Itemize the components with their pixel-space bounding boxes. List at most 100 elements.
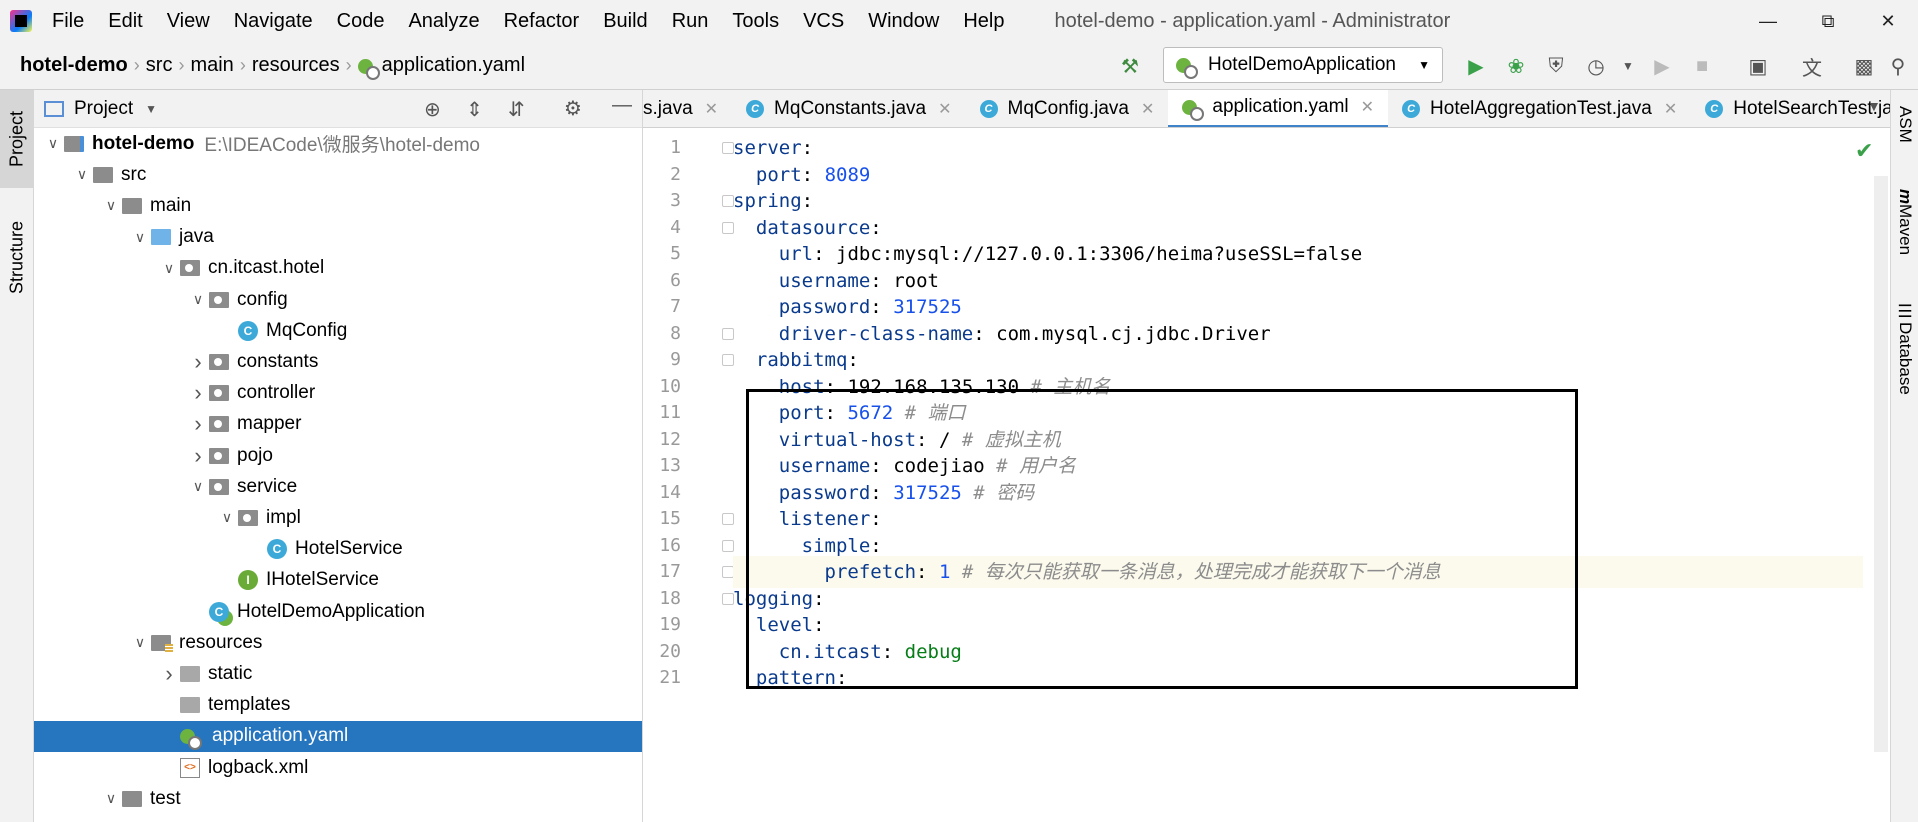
menu-file[interactable]: File — [40, 0, 96, 42]
folder-icon — [122, 197, 142, 214]
restore-icon[interactable]: ⧉ — [1798, 0, 1858, 42]
locate-icon[interactable]: ⊕ — [424, 97, 441, 122]
tree-item-mapper[interactable]: › mapper — [34, 409, 642, 440]
chevron-down-icon[interactable]: ∨ — [187, 291, 209, 308]
chevron-down-icon[interactable]: ∨ — [129, 229, 151, 246]
tree-item-test[interactable]: ∨ test — [34, 783, 642, 814]
chevron-right-icon[interactable]: › — [187, 349, 209, 375]
chevron-down-icon[interactable]: ∨ — [100, 790, 122, 807]
project-tool-tab[interactable]: Project — [0, 90, 34, 188]
tree-item-config[interactable]: ∨ config — [34, 284, 642, 315]
run-icon[interactable]: ▶ — [1462, 52, 1490, 80]
menu-tools[interactable]: Tools — [720, 0, 791, 42]
project-view-select[interactable]: Project ▼ — [44, 98, 157, 120]
chevron-down-icon[interactable]: ∨ — [216, 509, 238, 526]
close-tab-icon[interactable]: ✕ — [1141, 99, 1154, 119]
minimize-icon[interactable]: — — [1738, 0, 1798, 42]
translate-icon[interactable]: 文 — [1798, 52, 1826, 80]
tree-item-mqconfig[interactable]: C MqConfig — [34, 315, 642, 346]
chevron-right-icon[interactable]: › — [187, 411, 209, 437]
chevron-down-icon[interactable]: ∨ — [158, 260, 180, 277]
tree-item-main[interactable]: ∨ main — [34, 190, 642, 221]
yaml-key: url — [778, 243, 814, 265]
close-tab-icon[interactable]: ✕ — [938, 99, 951, 119]
attach-run-icon[interactable]: ▶ — [1648, 52, 1676, 80]
chevron-down-icon[interactable]: ∨ — [42, 135, 64, 152]
breadcrumb-resources[interactable]: resources — [246, 54, 346, 77]
tree-item-static[interactable]: › static — [34, 658, 642, 689]
build-hammer-icon[interactable]: ⚒ — [1116, 52, 1144, 80]
tree-item-hotel-demo[interactable]: ∨ hotel-demo E:\IDEACode\微服务\hotel-demo — [34, 128, 642, 159]
yaml-value: 8089 — [824, 163, 871, 186]
profile-icon[interactable]: ◷ — [1582, 52, 1610, 80]
tree-item-cn-itcast-hotel[interactable]: ∨ cn.itcast.hotel — [34, 253, 642, 284]
menu-vcs[interactable]: VCS — [791, 0, 856, 42]
breadcrumb-src[interactable]: src — [140, 54, 179, 77]
hide-panel-icon[interactable]: — — [612, 94, 632, 117]
menu-edit[interactable]: Edit — [96, 0, 154, 42]
chevron-down-icon[interactable]: ∨ — [187, 478, 209, 495]
terminal-icon[interactable]: ▩ — [1850, 52, 1878, 80]
expand-all-icon[interactable]: ⇕ — [466, 97, 483, 122]
coverage-icon[interactable]: ⛨ — [1542, 52, 1570, 80]
tree-item-application-yaml[interactable]: application.yaml — [34, 720, 642, 752]
project-structure-icon[interactable]: ▣ — [1744, 52, 1772, 80]
tab-mqconstants-java[interactable]: C MqConstants.java ✕ — [732, 90, 965, 127]
chevron-right-icon[interactable]: › — [187, 380, 209, 406]
tree-item-service[interactable]: ∨ service — [34, 471, 642, 502]
collapse-all-icon[interactable]: ⇵ — [508, 97, 525, 122]
tab-application-yaml[interactable]: application.yaml ✕ — [1168, 90, 1389, 127]
menu-view[interactable]: View — [155, 0, 222, 42]
tree-item-src[interactable]: ∨ src — [34, 159, 642, 190]
close-tab-icon[interactable]: ✕ — [705, 99, 718, 119]
tree-item-constants[interactable]: › constants — [34, 346, 642, 377]
menu-run[interactable]: Run — [660, 0, 721, 42]
tab-mqconfig-java[interactable]: C MqConfig.java ✕ — [966, 90, 1169, 127]
chevron-right-icon[interactable]: › — [158, 661, 180, 687]
tab-hotelaggregationtest-java[interactable]: C HotelAggregationTest.java ✕ — [1388, 90, 1691, 127]
chevron-down-icon[interactable]: ▼ — [1614, 52, 1642, 80]
menu-window[interactable]: Window — [856, 0, 951, 42]
tree-item-ihotelservice[interactable]: I IHotelService — [34, 565, 642, 596]
structure-tool-tab[interactable]: Structure — [0, 200, 34, 314]
tree-item-java[interactable]: ∨ java — [34, 222, 642, 253]
database-tool-tab[interactable]: ☰ Database — [1891, 286, 1918, 410]
tree-item-templates[interactable]: templates — [34, 690, 642, 721]
close-tab-icon[interactable]: ✕ — [1361, 97, 1374, 117]
breadcrumb-project[interactable]: hotel-demo — [0, 54, 134, 77]
menu-navigate[interactable]: Navigate — [222, 0, 325, 42]
folder-icon — [180, 665, 200, 682]
tree-item-hotelservice[interactable]: C HotelService — [34, 534, 642, 565]
tree-item-impl[interactable]: ∨ impl — [34, 502, 642, 533]
breadcrumb-main[interactable]: main — [184, 54, 239, 77]
tab-hotelsearchtest-ja[interactable]: C HotelSearchTest.ja — [1691, 90, 1890, 127]
menu-code[interactable]: Code — [325, 0, 397, 42]
asm-tool-tab[interactable]: ASM — [1891, 94, 1918, 154]
tree-item-resources[interactable]: ∨ resources — [34, 627, 642, 658]
tree-item-label: main — [150, 194, 192, 216]
close-icon[interactable]: ✕ — [1858, 0, 1918, 42]
chevron-down-icon[interactable]: ∨ — [71, 166, 93, 183]
menu-analyze[interactable]: Analyze — [396, 0, 491, 42]
tree-item-logback-xml[interactable]: <> logback.xml — [34, 752, 642, 783]
chevron-down-icon[interactable]: ▼ — [1867, 98, 1881, 114]
debug-icon[interactable]: ❀ — [1502, 52, 1530, 80]
maven-tool-tab[interactable]: m Maven — [1891, 174, 1918, 270]
tree-item-pojo[interactable]: › pojo — [34, 440, 642, 471]
menu-build[interactable]: Build — [591, 0, 659, 42]
tab-s-java[interactable]: s.java ✕ — [643, 90, 732, 127]
close-tab-icon[interactable]: ✕ — [1664, 99, 1677, 119]
run-configuration-select[interactable]: HotelDemoApplication ▼ — [1163, 47, 1443, 83]
breadcrumb-file[interactable]: application.yaml — [352, 54, 531, 80]
editor-scrollbar[interactable] — [1874, 176, 1888, 752]
search-icon[interactable]: ⚲ — [1884, 52, 1912, 80]
tree-item-controller[interactable]: › controller — [34, 378, 642, 409]
chevron-right-icon[interactable]: › — [187, 443, 209, 469]
chevron-down-icon[interactable]: ∨ — [129, 634, 151, 651]
chevron-down-icon[interactable]: ∨ — [100, 197, 122, 214]
gear-icon[interactable]: ⚙ — [564, 96, 582, 121]
stop-icon[interactable]: ■ — [1688, 52, 1716, 80]
menu-refactor[interactable]: Refactor — [492, 0, 592, 42]
menu-help[interactable]: Help — [951, 0, 1016, 42]
tree-item-hoteldemoapplication[interactable]: C HotelDemoApplication — [34, 596, 642, 627]
